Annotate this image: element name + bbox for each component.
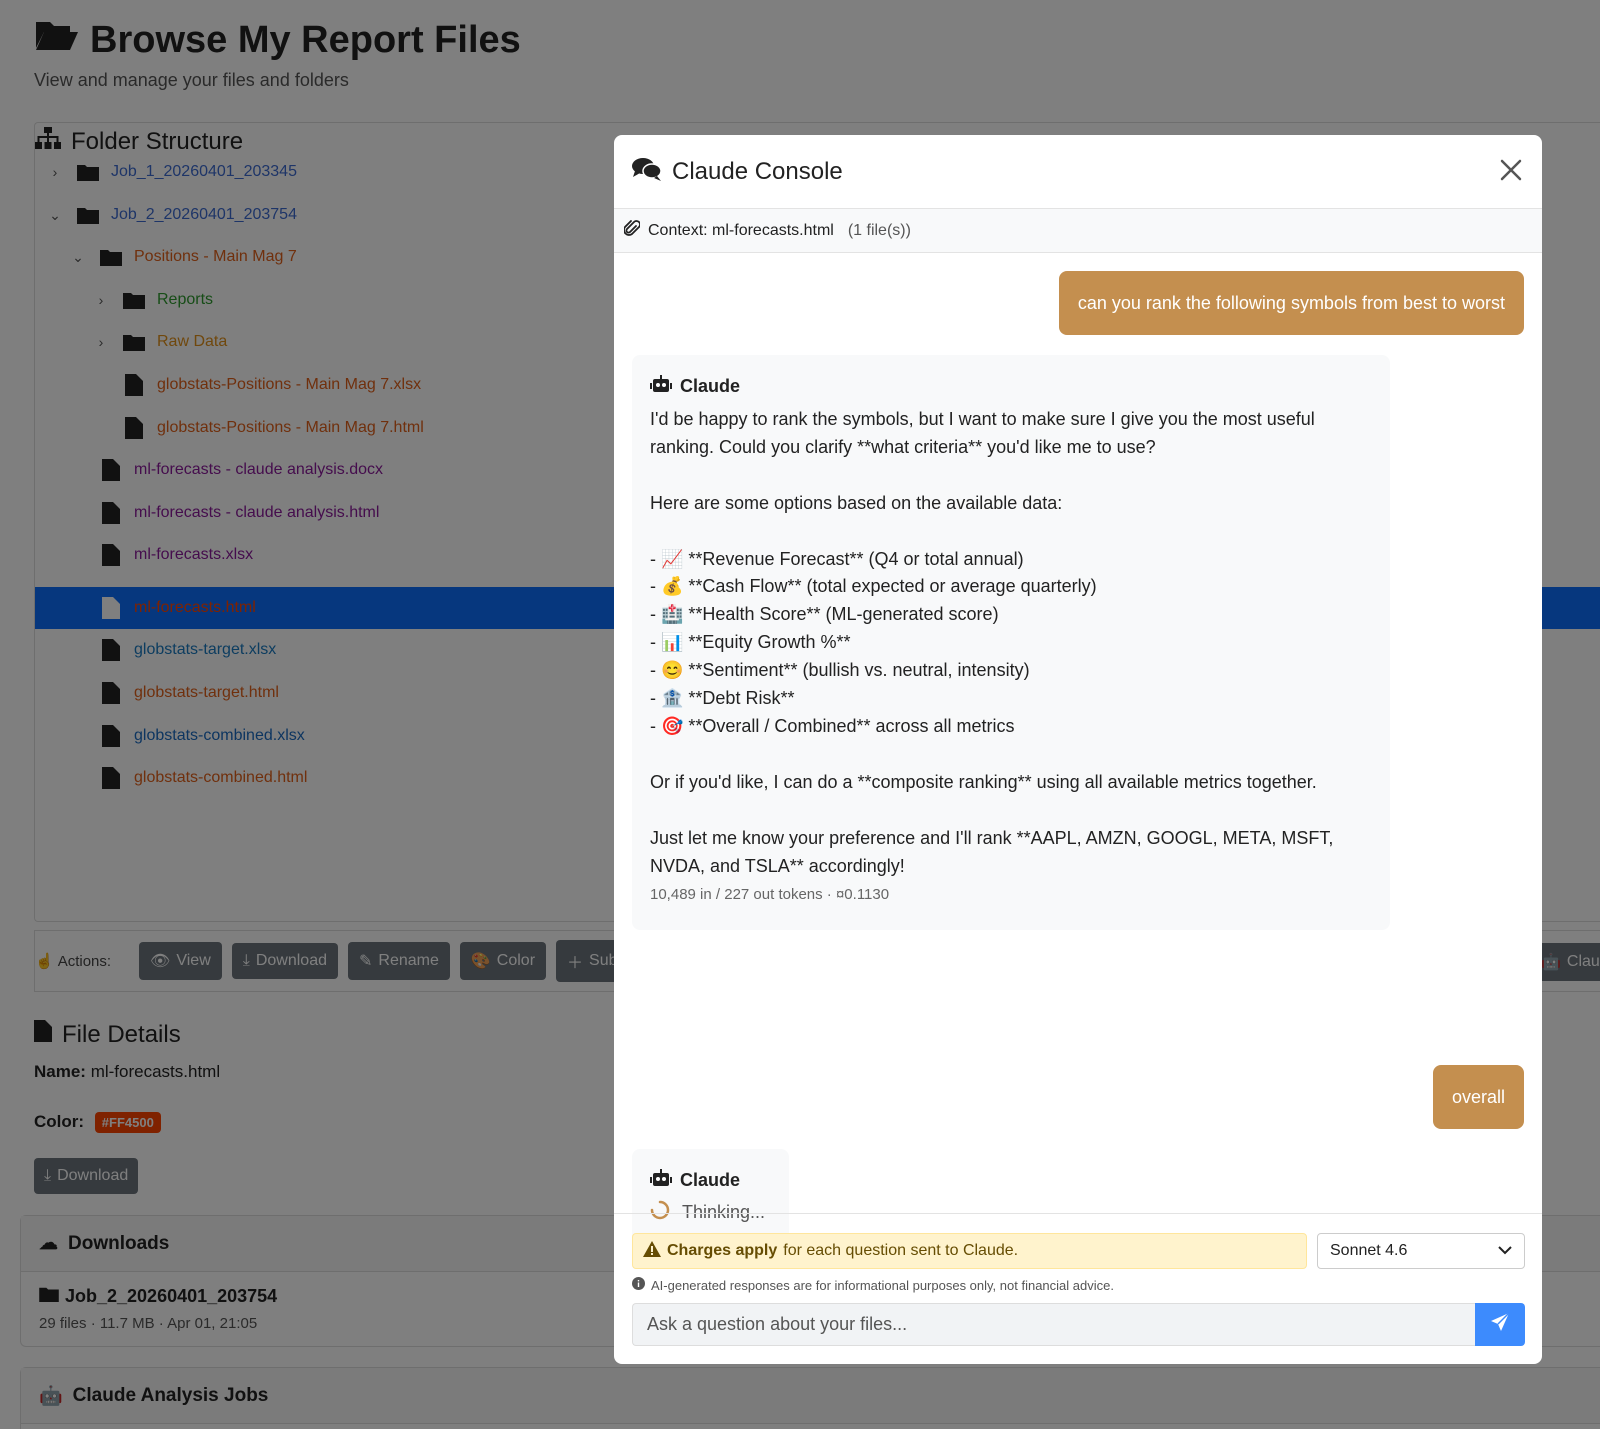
robot-icon: [650, 1169, 672, 1192]
close-icon[interactable]: [1496, 155, 1526, 185]
ai-disclaimer: AI-generated responses are for informati…: [632, 1277, 1114, 1293]
modal-header: Claude Console: [614, 135, 1542, 209]
modal-footer: Charges apply for each question sent to …: [614, 1213, 1542, 1364]
assistant-text: I'd be happy to rank the symbols, but I …: [650, 409, 1334, 876]
assistant-name: Claude: [650, 375, 1372, 398]
paper-plane-icon: [1490, 1312, 1510, 1337]
warning-icon: [643, 1240, 661, 1262]
token-usage: 10,489 in / 227 out tokens · ¤0.1130: [650, 886, 890, 904]
modal-title: Claude Console: [672, 157, 843, 185]
model-select-value: Sonnet 4.6: [1330, 1242, 1408, 1259]
user-message: overall: [1432, 1065, 1524, 1129]
context-label: Context: ml-forecasts.html: [648, 221, 834, 239]
claude-console-modal: Claude Console Context: ml-forecasts.htm…: [614, 135, 1542, 1364]
question-input[interactable]: [632, 1303, 1475, 1346]
robot-icon: [650, 375, 672, 398]
user-message: can you rank the following symbols from …: [1058, 271, 1524, 335]
model-select[interactable]: Sonnet 4.6: [1317, 1233, 1525, 1269]
warning-text: for each question sent to Claude.: [783, 1242, 1019, 1259]
context-count: (1 file(s)): [847, 221, 911, 239]
info-icon: [632, 1277, 645, 1293]
chat-area[interactable]: can you rank the following symbols from …: [614, 253, 1542, 1348]
paperclip-icon: [623, 219, 641, 242]
context-bar: Context: ml-forecasts.html (1 file(s)): [614, 209, 1542, 253]
send-button[interactable]: [1475, 1303, 1525, 1346]
assistant-message: Claude I'd be happy to rank the symbols,…: [632, 355, 1390, 930]
charges-warning: Charges apply for each question sent to …: [632, 1233, 1307, 1269]
warning-bold: Charges apply: [667, 1242, 778, 1259]
chevron-down-icon: [1498, 1242, 1512, 1260]
assistant-name: Claude: [650, 1169, 771, 1192]
comments-icon: [632, 157, 662, 186]
